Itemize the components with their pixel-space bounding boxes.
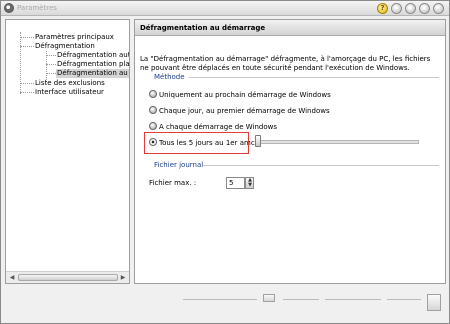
minimize-icon[interactable]: – xyxy=(391,3,402,14)
days-slider-track[interactable] xyxy=(259,140,419,144)
tree-item-defrag-planifiee[interactable]: Défragmentation planifié xyxy=(56,60,129,69)
app-icon xyxy=(4,3,14,13)
page-title: Défragmentation au démarrage xyxy=(140,24,266,32)
tree-horizontal-scrollbar[interactable]: ◀ ▶ xyxy=(6,271,129,283)
radio-button[interactable] xyxy=(149,106,157,114)
group-divider xyxy=(203,165,439,166)
bottom-divider xyxy=(183,299,257,300)
radio-label: A chaque démarrage de Windows xyxy=(159,123,277,131)
bottom-divider xyxy=(283,299,319,300)
resize-grip[interactable] xyxy=(427,294,441,311)
bottom-handle[interactable] xyxy=(263,294,275,302)
radio-button[interactable] xyxy=(149,122,157,130)
window-title: Paramètres xyxy=(17,4,57,12)
description-text: La "Défragmentation au démarrage" défrag… xyxy=(140,55,431,72)
tree-line xyxy=(20,83,34,84)
group-label-fichier-journal: Fichier journal xyxy=(154,161,204,169)
radio-chaque-jour[interactable]: Chaque jour, au premier démarrage de Win… xyxy=(149,106,330,116)
close-icon[interactable]: × xyxy=(419,3,430,14)
bottom-divider xyxy=(387,299,421,300)
tree-item-liste-exclusions[interactable]: Liste des exclusions xyxy=(34,79,106,88)
fichier-max-label: Fichier max. : xyxy=(149,179,197,187)
tree-line xyxy=(46,73,56,74)
bottom-divider xyxy=(325,299,381,300)
tree-line xyxy=(20,92,34,93)
tree-line xyxy=(20,46,34,47)
tree-item-parametres-principaux[interactable]: Paramètres principaux xyxy=(34,33,115,42)
group-label-methode: Méthode xyxy=(154,73,185,81)
extra-icon[interactable]: · xyxy=(433,3,444,14)
radio-button[interactable] xyxy=(149,90,157,98)
radio-uniquement-prochain[interactable]: Uniquement au prochain démarrage de Wind… xyxy=(149,90,331,100)
tree-item-interface-utilisateur[interactable]: Interface utilisateur xyxy=(34,88,105,97)
tree-item-defrag-demarrage[interactable]: Défragmentation au dém xyxy=(56,69,129,78)
radio-chaque-demarrage[interactable]: A chaque démarrage de Windows xyxy=(149,122,277,132)
tree-line xyxy=(46,55,56,56)
tree-item-defragmentation[interactable]: Défragmentation xyxy=(34,42,96,51)
maximize-icon[interactable]: + xyxy=(405,3,416,14)
scroll-thumb[interactable] xyxy=(18,274,118,281)
help-icon[interactable]: ? xyxy=(377,3,388,14)
settings-window: Paramètres ? – + × · Paramètres principa… xyxy=(0,0,450,324)
tree-item-defrag-auto[interactable]: Défragmentation automa xyxy=(56,51,129,60)
tree-line xyxy=(46,64,56,65)
title-bar: Paramètres ? – + × · xyxy=(1,1,449,16)
content-header: Défragmentation au démarrage xyxy=(135,20,445,36)
tree-line xyxy=(20,32,21,94)
settings-tree: Paramètres principaux Défragmentation Dé… xyxy=(5,19,130,284)
fichier-max-stepper[interactable]: ▲ ▼ xyxy=(245,177,254,189)
fichier-max-input[interactable]: 5 xyxy=(226,177,245,189)
radio-label: Chaque jour, au premier démarrage de Win… xyxy=(159,107,330,115)
scroll-left-icon[interactable]: ◀ xyxy=(7,273,17,283)
days-slider-thumb[interactable] xyxy=(255,135,261,147)
scroll-right-icon[interactable]: ▶ xyxy=(118,273,128,283)
tree-line xyxy=(20,37,34,38)
radio-label: Uniquement au prochain démarrage de Wind… xyxy=(159,91,331,99)
chevron-down-icon[interactable]: ▼ xyxy=(247,183,253,188)
group-divider xyxy=(189,77,439,78)
highlight-box xyxy=(144,132,249,154)
